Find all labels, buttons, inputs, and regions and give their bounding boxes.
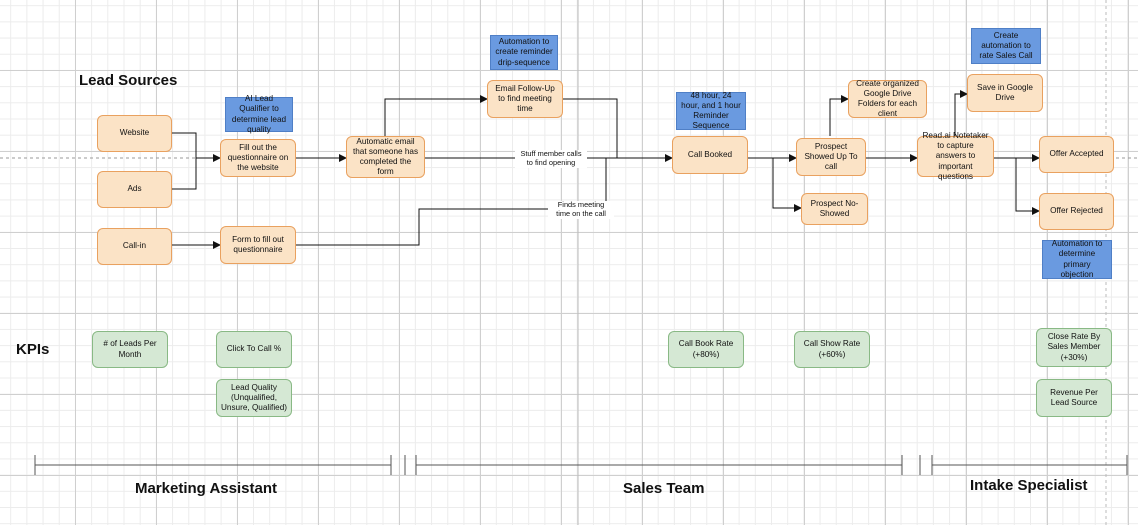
note-ai-lead-qualifier[interactable]: AI Lead Qualifier to determine lead qual… bbox=[225, 94, 293, 134]
node-form-questionnaire[interactable]: Form to fill out questionnaire bbox=[220, 226, 296, 264]
heading-kpis: KPIs bbox=[16, 341, 50, 358]
node-call-booked[interactable]: Call Booked bbox=[672, 136, 748, 174]
note-primary-objection[interactable]: Automation to determine primary objectio… bbox=[1042, 239, 1112, 279]
heading-intake-specialist: Intake Specialist bbox=[970, 477, 1088, 494]
kpi-leads-per-month[interactable]: # of Leads Per Month bbox=[92, 331, 168, 368]
edge-showed-folders bbox=[829, 95, 849, 136]
edge-label-finds-time: Finds meeting time on the call bbox=[548, 200, 614, 219]
edge-website-fillout bbox=[172, 132, 221, 162]
kpi-call-show-rate[interactable]: Call Show Rate (+60%) bbox=[794, 331, 870, 368]
heading-sales-team: Sales Team bbox=[623, 480, 705, 497]
edge-readai-rejected bbox=[1015, 158, 1040, 215]
edge-label-staff-calls: Stuff member calls to find opening bbox=[515, 149, 587, 168]
node-automatic-email[interactable]: Automatic email that someone has complet… bbox=[346, 136, 425, 178]
kpi-click-to-call[interactable]: Click To Call % bbox=[216, 331, 292, 368]
kpi-call-book-rate[interactable]: Call Book Rate (+80%) bbox=[668, 331, 744, 368]
edge-email-followup bbox=[384, 95, 488, 136]
kpi-revenue-per-lead[interactable]: Revenue Per Lead Source bbox=[1036, 379, 1112, 417]
node-save-google-drive[interactable]: Save in Google Drive bbox=[967, 74, 1043, 112]
edge-ads-fillout bbox=[172, 158, 197, 190]
node-prospect-showed[interactable]: Prospect Showed Up To call bbox=[796, 138, 866, 176]
node-prospect-no-show[interactable]: Prospect No-Showed bbox=[801, 193, 868, 225]
node-website[interactable]: Website bbox=[97, 115, 172, 152]
edge-readai-save bbox=[954, 90, 968, 136]
node-offer-accepted[interactable]: Offer Accepted bbox=[1039, 136, 1114, 173]
node-google-drive-folders[interactable]: Create organized Google Drive Folders fo… bbox=[848, 79, 927, 118]
heading-lead-sources: Lead Sources bbox=[79, 72, 178, 89]
note-reminder-drip[interactable]: Automation to create reminder drip-seque… bbox=[490, 35, 558, 70]
node-call-in[interactable]: Call-in bbox=[97, 228, 172, 265]
diagram-canvas: Lead Sources KPIs Marketing Assistant Sa… bbox=[0, 0, 1138, 525]
heading-marketing-assistant: Marketing Assistant bbox=[135, 480, 277, 497]
node-readai[interactable]: Read.ai Notetaker to capture answers to … bbox=[917, 131, 994, 181]
node-fill-questionnaire[interactable]: Fill out the questionnaire on the websit… bbox=[220, 139, 296, 177]
kpi-lead-quality[interactable]: Lead Quality (Unqualified, Unsure, Quali… bbox=[216, 379, 292, 417]
note-reminder-sequence[interactable]: 48 hour, 24 hour, and 1 hour Reminder Se… bbox=[676, 91, 746, 130]
kpi-close-rate[interactable]: Close Rate By Sales Member (+30%) bbox=[1036, 328, 1112, 367]
node-email-follow-up[interactable]: Email Follow-Up to find meeting time bbox=[487, 80, 563, 118]
note-rate-sales-call[interactable]: Create automation to rate Sales Call bbox=[971, 28, 1041, 64]
node-offer-rejected[interactable]: Offer Rejected bbox=[1039, 193, 1114, 230]
node-ads[interactable]: Ads bbox=[97, 171, 172, 208]
